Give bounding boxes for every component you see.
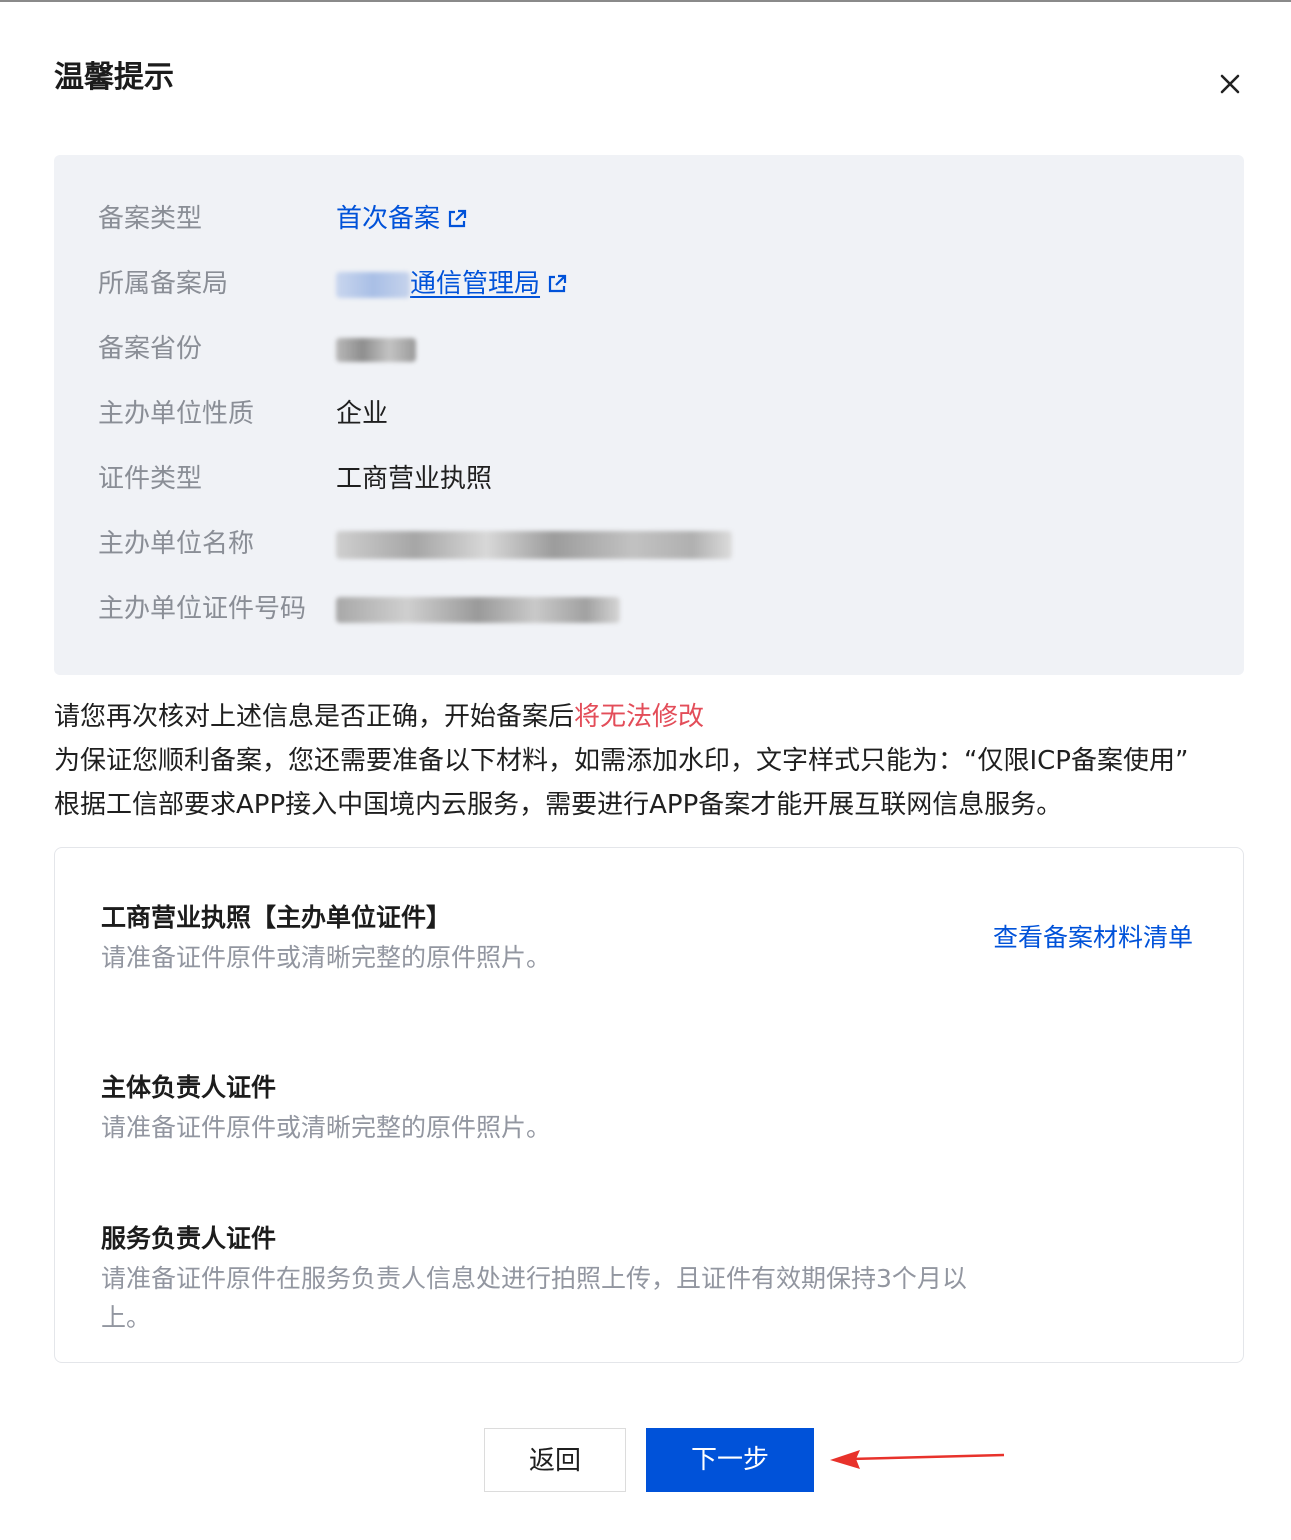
external-link-icon[interactable] [446, 208, 468, 230]
close-icon[interactable] [1212, 66, 1248, 102]
redacted-province-block [336, 271, 410, 298]
province-value [336, 329, 416, 369]
material-desc: 请准备证件原件或清晰完整的原件照片。 [101, 943, 552, 972]
verify-notice-text: 请您再次核对上述信息是否正确，开始备案后 [54, 702, 575, 732]
organization-name-label: 主办单位名称 [98, 529, 255, 559]
material-item-business-license: 工商营业执照【主办单位证件】 请准备证件原件或清晰完整的原件照片。 [101, 898, 1021, 977]
certificate-type-value: 工商营业执照 [336, 464, 493, 494]
organization-name-value [336, 524, 732, 564]
filing-type-label: 备案类型 [98, 204, 203, 234]
certificate-type-label: 证件类型 [98, 464, 203, 494]
province-label: 备案省份 [98, 334, 203, 364]
annotation-arrow-icon [830, 1450, 1005, 1469]
dialog-title: 温馨提示 [54, 60, 174, 95]
filing-type-value: 首次备案 [336, 199, 468, 239]
filing-bureau-value: 通信管理局 [336, 264, 568, 304]
app-filing-notice: 根据工信部要求APP接入中国境内云服务，需要进行APP备案才能开展互联网信息服务… [54, 790, 1063, 820]
watermark-notice: 为保证您顺利备案，您还需要准备以下材料，如需添加水印，文字样式只能为：“仅限IC… [54, 746, 1189, 776]
material-title: 服务负责人证件 [101, 1224, 277, 1253]
back-button[interactable]: 返回 [484, 1428, 626, 1492]
external-link-icon[interactable] [546, 273, 568, 295]
redacted-province-value [336, 337, 416, 362]
material-title: 主体负责人证件 [101, 1073, 277, 1102]
filing-bureau-label: 所属备案局 [98, 269, 229, 299]
filing-bureau-link[interactable]: 通信管理局 [410, 269, 540, 299]
verify-notice: 请您再次核对上述信息是否正确，开始备案后将无法修改 [54, 695, 1244, 739]
tips-dialog: 温馨提示 备案类型 首次备案 所属备案局 通信管理局 备案省份 主办单位性质 企… [0, 0, 1291, 1540]
material-desc: 请准备证件原件或清晰完整的原件照片。 [101, 1113, 552, 1142]
organization-type-label: 主办单位性质 [98, 399, 255, 429]
filing-type-link[interactable]: 首次备案 [336, 204, 440, 234]
redacted-certificate-number [336, 596, 620, 623]
certificate-number-label: 主办单位证件号码 [98, 594, 307, 624]
organization-type-value: 企业 [336, 399, 389, 429]
next-step-button[interactable]: 下一步 [646, 1428, 814, 1492]
cannot-modify-warning: 将无法修改 [574, 702, 705, 732]
view-materials-list-link[interactable]: 查看备案材料清单 [993, 918, 1193, 958]
material-desc: 请准备证件原件在服务负责人信息处进行拍照上传，且证件有效期保持3个月以上。 [101, 1264, 967, 1332]
material-item-service-contact-id: 服务负责人证件 请准备证件原件在服务负责人信息处进行拍照上传，且证件有效期保持3… [101, 1219, 1011, 1337]
material-item-principal-id: 主体负责人证件 请准备证件原件或清晰完整的原件照片。 [101, 1068, 1021, 1147]
redacted-organization-name [336, 530, 732, 559]
material-title: 工商营业执照【主办单位证件】 [101, 903, 452, 932]
filing-info-panel: 备案类型 首次备案 所属备案局 通信管理局 备案省份 主办单位性质 企业 证件类… [54, 155, 1244, 675]
materials-card: 查看备案材料清单 工商营业执照【主办单位证件】 请准备证件原件或清晰完整的原件照… [54, 847, 1244, 1363]
certificate-number-value [336, 589, 620, 629]
